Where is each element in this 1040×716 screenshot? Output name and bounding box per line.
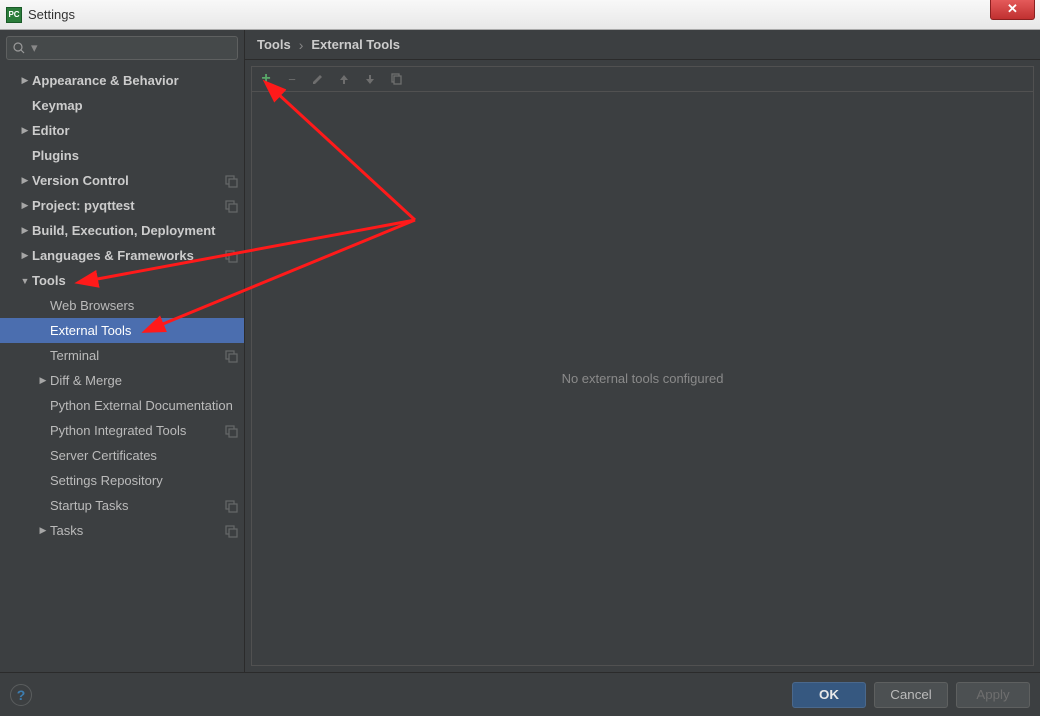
dialog-footer: ? OK Cancel Apply (0, 672, 1040, 716)
move-down-button[interactable] (362, 71, 378, 87)
chevron-down-icon: ▼ (18, 276, 32, 286)
sidebar-item-external-tools[interactable]: ▶External Tools (0, 318, 244, 343)
settings-tree: ▶Appearance & Behavior▶Keymap▶Editor▶Plu… (0, 66, 244, 672)
project-scope-icon (224, 499, 238, 513)
arrow-up-icon (338, 73, 350, 85)
apply-button[interactable]: Apply (956, 682, 1030, 708)
sidebar-item-label: Tasks (50, 523, 224, 538)
sidebar-item-label: Editor (32, 123, 238, 138)
breadcrumb: Tools › External Tools (245, 30, 1040, 60)
sidebar-item-languages-frameworks[interactable]: ▶Languages & Frameworks (0, 243, 244, 268)
search-dropdown-icon[interactable]: ▾ (31, 40, 38, 56)
project-scope-icon (224, 174, 238, 188)
breadcrumb-root: Tools (257, 37, 291, 52)
copy-icon (389, 72, 403, 86)
copy-button[interactable] (388, 71, 404, 87)
ok-button[interactable]: OK (792, 682, 866, 708)
chevron-right-icon: ▶ (18, 75, 32, 86)
sidebar-item-label: Project: pyqttest (32, 198, 224, 213)
sidebar-item-label: Tools (32, 273, 238, 288)
window-close-button[interactable]: ✕ (990, 0, 1035, 20)
sidebar-item-label: Settings Repository (50, 473, 238, 488)
sidebar-item-python-external-documentation[interactable]: ▶Python External Documentation (0, 393, 244, 418)
sidebar-item-label: Languages & Frameworks (32, 248, 224, 263)
sidebar-item-server-certificates[interactable]: ▶Server Certificates (0, 443, 244, 468)
sidebar-item-python-integrated-tools[interactable]: ▶Python Integrated Tools (0, 418, 244, 443)
help-button[interactable]: ? (10, 684, 32, 706)
sidebar-item-label: Plugins (32, 148, 238, 163)
sidebar-item-diff-merge[interactable]: ▶Diff & Merge (0, 368, 244, 393)
tools-toolbar: + − (251, 66, 1034, 92)
sidebar-item-label: Version Control (32, 173, 224, 188)
project-scope-icon (224, 524, 238, 538)
remove-button[interactable]: − (284, 71, 300, 87)
chevron-right-icon: ▶ (18, 225, 32, 236)
chevron-right-icon: ▶ (18, 175, 32, 186)
project-scope-icon (224, 249, 238, 263)
sidebar-item-label: Python Integrated Tools (50, 423, 224, 438)
add-button[interactable]: + (258, 71, 274, 87)
sidebar-item-plugins[interactable]: ▶Plugins (0, 143, 244, 168)
sidebar-item-label: Python External Documentation (50, 398, 238, 413)
sidebar-item-tools[interactable]: ▼Tools (0, 268, 244, 293)
sidebar-item-label: Diff & Merge (50, 373, 238, 388)
sidebar-item-label: Keymap (32, 98, 238, 113)
window-title: Settings (28, 7, 75, 22)
search-input[interactable]: ▾ (6, 36, 238, 60)
sidebar-item-label: Server Certificates (50, 448, 238, 463)
empty-state-text: No external tools configured (562, 371, 724, 386)
sidebar-item-settings-repository[interactable]: ▶Settings Repository (0, 468, 244, 493)
sidebar-item-web-browsers[interactable]: ▶Web Browsers (0, 293, 244, 318)
pencil-icon (311, 72, 325, 86)
external-tools-list: No external tools configured (251, 92, 1034, 666)
project-scope-icon (224, 424, 238, 438)
sidebar-item-label: Web Browsers (50, 298, 238, 313)
sidebar-item-project-pyqttest[interactable]: ▶Project: pyqttest (0, 193, 244, 218)
sidebar-item-tasks[interactable]: ▶Tasks (0, 518, 244, 543)
project-scope-icon (224, 349, 238, 363)
chevron-right-icon: ▶ (36, 375, 50, 386)
sidebar-item-keymap[interactable]: ▶Keymap (0, 93, 244, 118)
project-scope-icon (224, 199, 238, 213)
main-panel: Tools › External Tools + − (245, 30, 1040, 672)
sidebar-item-appearance-behavior[interactable]: ▶Appearance & Behavior (0, 68, 244, 93)
arrow-down-icon (364, 73, 376, 85)
sidebar-item-build-execution-deployment[interactable]: ▶Build, Execution, Deployment (0, 218, 244, 243)
sidebar-item-terminal[interactable]: ▶Terminal (0, 343, 244, 368)
breadcrumb-separator-icon: › (299, 37, 304, 53)
window-titlebar: PC Settings ✕ (0, 0, 1040, 30)
chevron-right-icon: ▶ (18, 250, 32, 261)
sidebar-item-label: Startup Tasks (50, 498, 224, 513)
sidebar-item-version-control[interactable]: ▶Version Control (0, 168, 244, 193)
sidebar-item-editor[interactable]: ▶Editor (0, 118, 244, 143)
cancel-button[interactable]: Cancel (874, 682, 948, 708)
chevron-right-icon: ▶ (18, 125, 32, 136)
breadcrumb-leaf: External Tools (311, 37, 400, 52)
move-up-button[interactable] (336, 71, 352, 87)
search-icon (13, 42, 25, 54)
sidebar-item-label: External Tools (50, 323, 238, 338)
sidebar-item-label: Appearance & Behavior (32, 73, 238, 88)
edit-button[interactable] (310, 71, 326, 87)
chevron-right-icon: ▶ (18, 200, 32, 211)
pycharm-app-icon: PC (6, 7, 22, 23)
sidebar-item-label: Terminal (50, 348, 224, 363)
sidebar-item-label: Build, Execution, Deployment (32, 223, 238, 238)
settings-sidebar: ▾ ▶Appearance & Behavior▶Keymap▶Editor▶P… (0, 30, 245, 672)
chevron-right-icon: ▶ (36, 525, 50, 536)
sidebar-item-startup-tasks[interactable]: ▶Startup Tasks (0, 493, 244, 518)
